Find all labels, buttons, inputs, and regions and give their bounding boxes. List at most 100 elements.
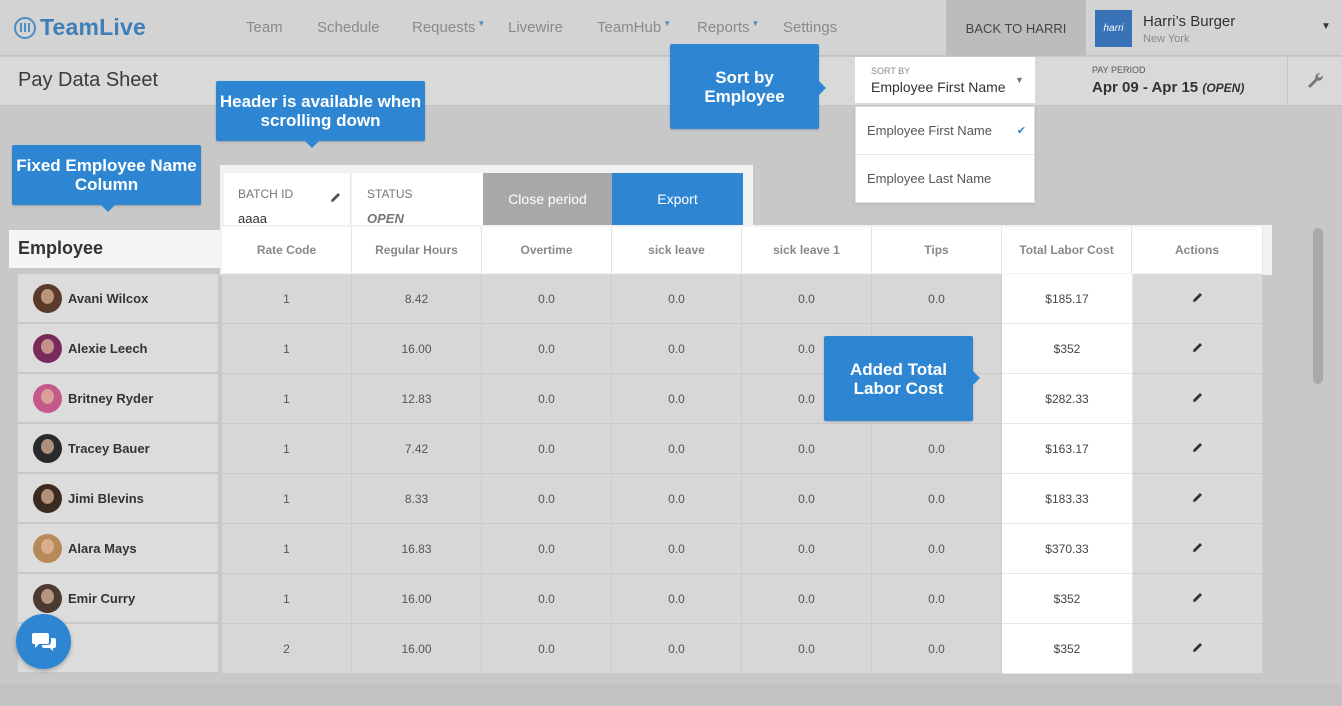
chat-button[interactable] [16,614,71,669]
edit-pencil-icon[interactable] [1192,492,1203,506]
nav-item-livewire[interactable]: Livewire [508,19,563,36]
cell-actions [1133,474,1263,524]
batch-id-label: BATCH ID [238,187,294,201]
cell-rate-code: 1 [222,274,352,324]
employee-row[interactable]: Tracey Bauer [18,424,218,473]
cell-regular-hours: 12.83 [352,374,482,424]
cell-actions [1133,274,1263,324]
cell-regular-hours: 16.00 [352,324,482,374]
sort-options-menu: Employee First Name ✔ Employee Last Name [855,106,1035,203]
sort-by-label: SORT BY [871,66,911,76]
app-logo[interactable]: TeamLive [14,14,146,41]
edit-pencil-icon[interactable] [1192,342,1203,356]
employee-name[interactable]: Jimi Blevins [68,491,144,506]
avatar [33,483,62,513]
cell-sick-leave: 0.0 [612,624,742,674]
pay-period-value: Apr 09 - Apr 15 (OPEN) [1092,79,1244,96]
chevron-down-icon: ▼ [1015,75,1024,85]
callout-total-labor-cost: Added Total Labor Cost [824,336,980,421]
cell-sick-leave: 0.0 [612,274,742,324]
cell-regular-hours: 8.33 [352,474,482,524]
cell-tips: 0.0 [872,624,1002,674]
employee-name[interactable]: Tracey Bauer [68,441,150,456]
employee-row[interactable]: Avani Wilcox [18,274,218,323]
nav-item-requests[interactable]: Requests ▼ [412,19,485,36]
employee-row[interactable]: Jimi Blevins [18,474,218,523]
cell-total-labor-cost: $163.17 [1002,424,1133,474]
column-header-sick-leave[interactable]: sick leave [612,227,742,273]
cell-rate-code: 1 [222,474,352,524]
employee-name[interactable]: Alexie Leech [68,341,148,356]
nav-item-settings[interactable]: Settings [783,19,837,36]
vertical-scrollbar[interactable] [1313,228,1323,384]
nav-item-reports[interactable]: Reports ▼ [697,19,759,36]
nav-item-teamhub[interactable]: TeamHub ▼ [597,19,671,36]
pencil-icon[interactable] [330,190,341,208]
close-period-button[interactable]: Close period [483,173,612,225]
edit-pencil-icon[interactable] [1192,392,1203,406]
employee-name[interactable]: Avani Wilcox [68,291,148,306]
nav-item-schedule[interactable]: Schedule [317,19,380,36]
table-header: Rate Code Regular Hours Overtime sick leave… [220,225,1272,275]
cell-rate-code: 1 [222,374,352,424]
edit-pencil-icon[interactable] [1192,442,1203,456]
cell-actions [1133,574,1263,624]
nav-item-team[interactable]: Team [246,19,283,36]
cell-overtime: 0.0 [482,374,612,424]
edit-pencil-icon[interactable] [1192,542,1203,556]
checkmark-icon: ✔ [1016,125,1026,137]
cell-regular-hours: 8.42 [352,274,482,324]
caret-down-icon: ▼ [477,19,486,28]
table-row: 1 16.00 0.0 0.0 0.0 0.0 $352 [222,574,1263,624]
column-header-overtime[interactable]: Overtime [482,227,612,273]
edit-pencil-icon[interactable] [1192,292,1203,306]
export-button[interactable]: Export [612,173,743,225]
batch-bar: BATCH ID aaaa STATUS OPEN Close period E… [220,165,753,227]
store-city: New York [1143,33,1190,45]
cell-sick-leave: 0.0 [612,324,742,374]
cell-tips: 0.0 [872,274,1002,324]
employee-name[interactable]: Emir Curry [68,591,135,606]
employee-row[interactable]: Alexie Leech [18,324,218,373]
store-dropdown-icon[interactable]: ▼ [1321,21,1331,32]
cell-overtime: 0.0 [482,524,612,574]
cell-overtime: 0.0 [482,474,612,524]
table-row: 1 16.00 0.0 0.0 0.0 $352 [222,324,1263,374]
app-name: TeamLive [40,14,146,40]
employee-row[interactable]: Alara Mays [18,524,218,573]
table-row: 1 7.42 0.0 0.0 0.0 0.0 $163.17 [222,424,1263,474]
cell-sick-leave-1: 0.0 [742,574,872,624]
cell-sick-leave: 0.0 [612,574,742,624]
wrench-icon[interactable] [1287,57,1342,105]
avatar [33,383,62,413]
sort-option-last-name[interactable]: Employee Last Name [856,155,1034,203]
teamlive-logo-icon [14,16,36,39]
column-header-regular-hours[interactable]: Regular Hours [352,227,482,273]
batch-id-cell: BATCH ID aaaa [224,173,351,226]
cell-regular-hours: 16.83 [352,524,482,574]
employee-name[interactable]: Britney Ryder [68,391,153,406]
pay-period-state: (OPEN) [1202,81,1245,95]
cell-sick-leave: 0.0 [612,474,742,524]
nav-item-label: Team [246,19,283,36]
column-header-tips[interactable]: Tips [872,227,1002,273]
column-header-sick-leave-1[interactable]: sick leave 1 [742,227,872,273]
back-to-harri-button[interactable]: BACK TO HARRI [946,0,1086,56]
sort-by-dropdown[interactable]: SORT BY Employee First Name ▼ [855,57,1035,103]
edit-pencil-icon[interactable] [1192,592,1203,606]
caret-down-icon: ▼ [663,19,672,28]
column-header-actions[interactable]: Actions [1132,227,1263,273]
avatar [33,583,62,613]
employee-row[interactable]: Britney Ryder [18,374,218,423]
store-name[interactable]: Harri’s Burger [1143,13,1235,30]
column-header-rate-code[interactable]: Rate Code [222,227,352,273]
table-row: 1 16.83 0.0 0.0 0.0 0.0 $370.33 [222,524,1263,574]
avatar [33,533,62,563]
column-header-total-labor-cost[interactable]: Total Labor Cost [1002,227,1132,273]
sort-option-first-name[interactable]: Employee First Name ✔ [856,107,1034,155]
callout-header-sticky: Header is available when scrolling down [216,81,425,148]
edit-pencil-icon[interactable] [1192,642,1203,656]
cell-tips: 0.0 [872,424,1002,474]
employee-name[interactable]: Alara Mays [68,541,137,556]
cell-sick-leave: 0.0 [612,424,742,474]
